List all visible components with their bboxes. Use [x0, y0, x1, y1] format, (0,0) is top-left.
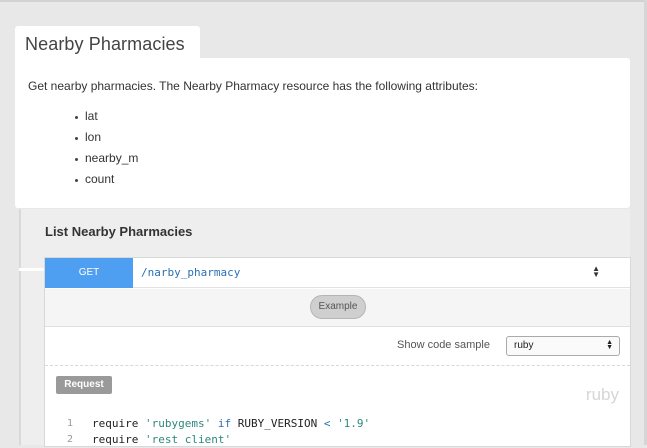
- top-border: [0, 0, 647, 2]
- resource-description: Get nearby pharmacies. The Nearby Pharma…: [28, 79, 478, 93]
- section-marker: [19, 268, 46, 271]
- code-text: require 'rubygems' if RUBY_VERSION < '1.…: [92, 417, 371, 430]
- list-item: lon: [75, 127, 138, 148]
- code-language-select[interactable]: ruby ▲ ▼: [506, 336, 620, 356]
- code-block: 1 require 'rubygems' if RUBY_VERSION < '1…: [45, 416, 630, 448]
- section-title: List Nearby Pharmacies: [45, 224, 193, 239]
- endpoint-path[interactable]: /narby_pharmacy: [141, 266, 240, 279]
- code-text: require 'rest client': [92, 433, 232, 446]
- section-left-bar: [19, 209, 21, 445]
- code-language-value: ruby: [514, 340, 534, 351]
- code-line: 1 require 'rubygems' if RUBY_VERSION < '1…: [45, 416, 630, 432]
- code-sample-row: Show code sample ruby ▲ ▼: [45, 328, 630, 366]
- tab-label: Nearby Pharmacies: [25, 34, 185, 54]
- endpoint-header[interactable]: GET /narby_pharmacy ▲ ▼: [45, 258, 630, 288]
- intro-panel: Get nearby pharmacies. The Nearby Pharma…: [15, 58, 630, 208]
- code-line: 2 require 'rest client': [45, 432, 630, 448]
- http-method-badge: GET: [45, 258, 133, 288]
- list-item: lat: [75, 106, 138, 127]
- line-number: 2: [66, 434, 73, 445]
- line-number: 1: [66, 418, 73, 429]
- example-bar: Example: [45, 289, 630, 327]
- attribute-list: lat lon nearby_m count: [75, 106, 138, 190]
- code-sample-label: Show code sample: [397, 339, 490, 351]
- endpoint-card: GET /narby_pharmacy ▲ ▼ Example Show code…: [44, 257, 631, 447]
- list-item: count: [75, 169, 138, 190]
- up-down-chevron-icon[interactable]: ▲ ▼: [592, 265, 600, 279]
- select-chevron-icon: ▲ ▼: [606, 339, 613, 351]
- tab-nearby-pharmacies[interactable]: Nearby Pharmacies: [15, 26, 200, 59]
- language-tag: ruby: [585, 385, 619, 404]
- example-button[interactable]: Example: [310, 295, 366, 319]
- request-badge: Request: [56, 376, 112, 394]
- list-item: nearby_m: [75, 148, 138, 169]
